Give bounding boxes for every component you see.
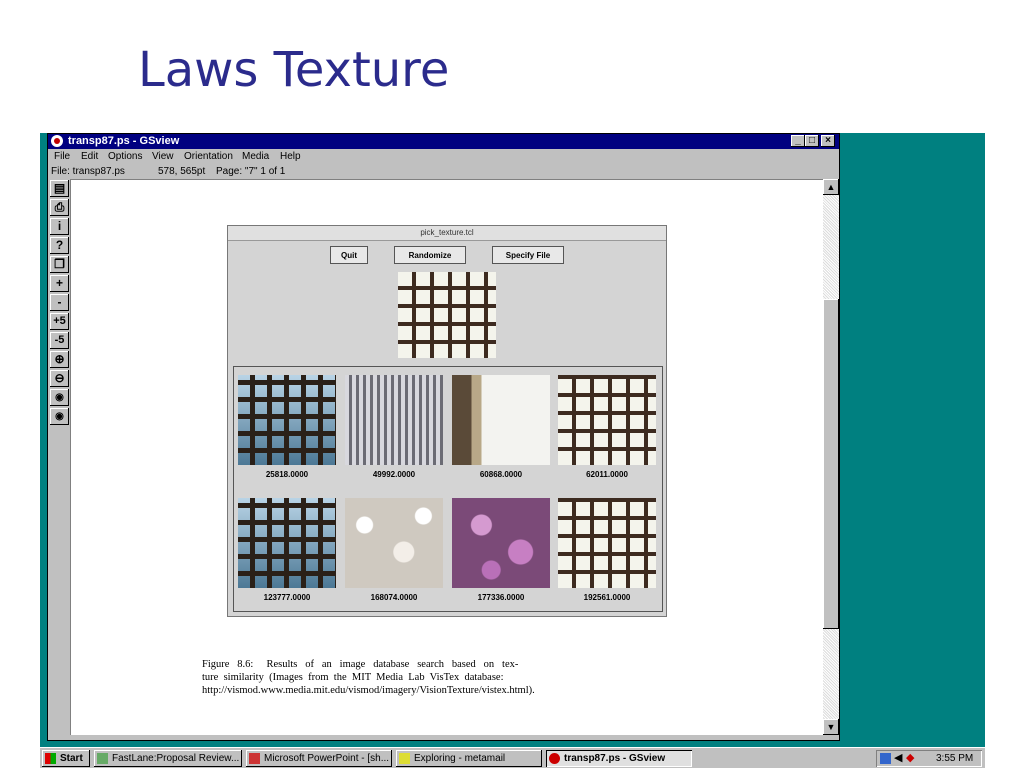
result-score-8: 192561.0000 (583, 593, 631, 602)
menu-file[interactable]: File (54, 149, 70, 165)
result-image-2[interactable] (345, 375, 443, 465)
scroll-up-arrow-icon[interactable]: ▲ (823, 179, 839, 195)
speaker-icon[interactable]: ◀ (894, 750, 902, 767)
result-score-1: 25818.0000 (265, 470, 309, 479)
gsview-icon (549, 753, 560, 764)
system-tray: ◀ ◆ 3:55 PM (876, 750, 982, 767)
menu-orientation[interactable]: Orientation (184, 149, 233, 165)
folder-icon (399, 753, 410, 764)
specify-file-button[interactable]: Specify File (492, 246, 564, 264)
query-texture-image (398, 272, 496, 358)
vertical-scrollbar[interactable]: ▲ ▼ (823, 179, 839, 735)
window-titlebar[interactable]: transp87.ps - GSview _ □ × (48, 134, 839, 149)
window-title: transp87.ps - GSview (68, 135, 180, 147)
status-page: Page: "7" 1 of 1 (216, 166, 286, 177)
taskbar: Start FastLane:Proposal Review... Micros… (40, 747, 985, 768)
randomize-button[interactable]: Randomize (394, 246, 466, 264)
result-image-1[interactable] (238, 375, 336, 465)
maximize-button[interactable]: □ (805, 135, 819, 147)
slide-title: Laws Texture (138, 42, 450, 98)
result-image-8[interactable] (558, 498, 656, 588)
info-button[interactable]: i (50, 218, 69, 235)
fastlane-icon (97, 753, 108, 764)
pick-texture-panel: pick_texture.tcl Quit Randomize Specify … (227, 225, 667, 617)
help-button[interactable]: ? (50, 237, 69, 254)
gsview-app-icon[interactable] (51, 135, 63, 147)
result-image-4[interactable] (558, 375, 656, 465)
task-powerpoint-label: Microsoft PowerPoint - [sh... (264, 753, 390, 764)
menu-options[interactable]: Options (108, 149, 142, 165)
result-image-7[interactable] (452, 498, 550, 588)
result-image-5[interactable] (238, 498, 336, 588)
start-button[interactable]: Start (42, 750, 90, 767)
status-coords: 578, 565pt (158, 166, 206, 177)
task-fastlane-label: FastLane:Proposal Review... (112, 753, 240, 764)
next-page-button[interactable]: + (50, 275, 69, 292)
result-score-2: 49992.0000 (372, 470, 416, 479)
task-exploring-label: Exploring - metamail (414, 753, 506, 764)
menu-edit[interactable]: Edit (81, 149, 98, 165)
skip-forward-button[interactable]: +5 (50, 313, 69, 330)
toolbar: ▤ ⎙ i ? ❐ + - +5 -5 ⊕ ⊖ ◉ ◉ (50, 180, 69, 430)
task-gsview[interactable]: transp87.ps - GSview (546, 750, 692, 767)
scroll-thumb[interactable] (823, 299, 839, 629)
copy-icon[interactable]: ❐ (50, 256, 69, 273)
start-label: Start (60, 753, 83, 764)
result-score-4: 62011.0000 (586, 470, 628, 479)
network-icon[interactable]: ◆ (906, 750, 914, 767)
result-score-7: 177336.0000 (477, 593, 525, 602)
powerpoint-icon (249, 753, 260, 764)
task-gsview-label: transp87.ps - GSview (564, 753, 666, 764)
windows-logo-icon (45, 753, 56, 764)
result-image-6[interactable] (345, 498, 443, 588)
status-file: File: transp87.ps (51, 166, 125, 177)
skip-back-button[interactable]: -5 (50, 332, 69, 349)
figure-caption: Figure 8.6: Results of an image database… (202, 658, 690, 697)
shield-icon[interactable] (880, 753, 891, 764)
eye-abc-icon[interactable]: ◉ (50, 389, 69, 406)
prev-page-button[interactable]: - (50, 294, 69, 311)
clock[interactable]: 3:55 PM (936, 750, 973, 767)
zoom-out-icon[interactable]: ⊖ (50, 370, 69, 387)
menu-view[interactable]: View (152, 149, 174, 165)
zoom-in-icon[interactable]: ⊕ (50, 351, 69, 368)
result-score-3: 60868.0000 (479, 470, 523, 479)
menu-help[interactable]: Help (280, 149, 301, 165)
caption-line-1: Figure 8.6: Results of an image database… (202, 659, 519, 670)
close-button[interactable]: × (821, 135, 835, 147)
caption-line-2: ture similarity (Images from the MIT Med… (202, 672, 504, 683)
menu-media[interactable]: Media (242, 149, 269, 165)
panel-title: pick_texture.tcl (228, 226, 666, 241)
eye-dots-icon[interactable]: ◉ (50, 408, 69, 425)
result-image-3[interactable] (452, 375, 550, 465)
task-powerpoint[interactable]: Microsoft PowerPoint - [sh... (246, 750, 392, 767)
result-score-5: 123777.0000 (263, 593, 311, 602)
minimize-button[interactable]: _ (791, 135, 805, 147)
caption-line-3: http://vismod.www.media.mit.edu/vismod/i… (202, 685, 535, 696)
task-exploring[interactable]: Exploring - metamail (396, 750, 542, 767)
task-fastlane[interactable]: FastLane:Proposal Review... (94, 750, 242, 767)
menubar: File Edit Options View Orientation Media… (48, 149, 839, 165)
open-icon[interactable]: ▤ (50, 180, 69, 197)
result-score-6: 168074.0000 (370, 593, 418, 602)
quit-button[interactable]: Quit (330, 246, 368, 264)
status-line: File: transp87.ps 578, 565pt Page: "7" 1… (48, 165, 839, 179)
print-icon[interactable]: ⎙ (50, 199, 69, 216)
scroll-down-arrow-icon[interactable]: ▼ (823, 719, 839, 735)
